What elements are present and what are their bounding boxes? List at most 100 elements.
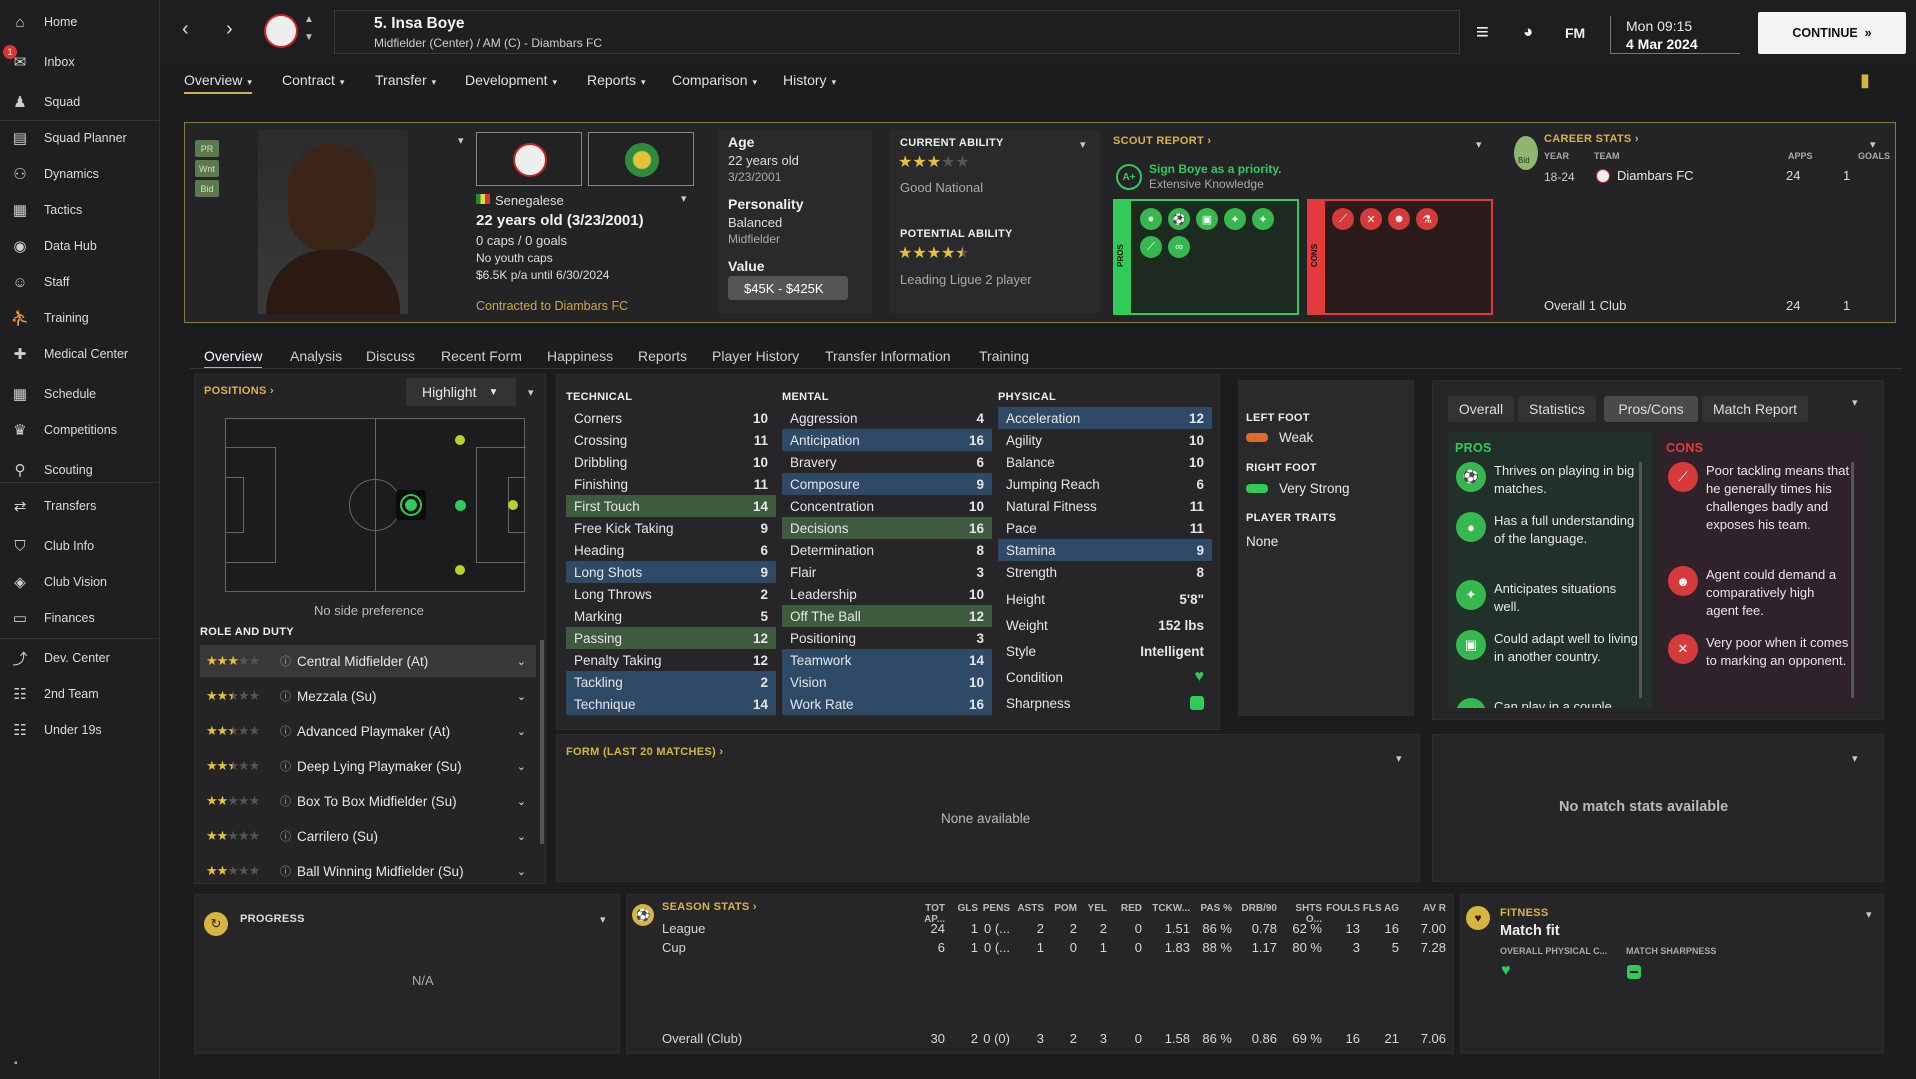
sidebar-item-finances[interactable]: ▭ Finances [0,603,160,633]
season-col-header[interactable]: PAS % [1192,903,1233,914]
season-stats-title[interactable]: SEASON STATS › [662,901,757,913]
season-col-header[interactable]: DRB/90 [1237,903,1277,914]
attribute-row[interactable]: Determination 8 [782,539,992,561]
forward-button[interactable]: › [226,18,233,41]
sidebar-item-tactics[interactable]: ▦ Tactics [0,195,160,225]
tab-transfer[interactable]: Transfer ▾ [375,72,436,88]
club-crest-icon[interactable] [264,14,298,48]
attribute-row[interactable]: Pace 11 [998,517,1212,539]
attribute-row[interactable]: Aggression 4 [782,407,992,429]
season-col-header[interactable]: FLS AG [1359,903,1399,914]
attribute-row[interactable]: Long Throws 2 [566,583,776,605]
form-dropdown-icon[interactable]: ▾ [1396,752,1402,765]
info-icon[interactable]: ⓘ [280,758,291,774]
sidebar-item-training[interactable]: ⛹ Training [0,303,160,333]
tab-development[interactable]: Development ▾ [465,72,557,88]
handshake-icon[interactable]: ∞ [1168,236,1190,258]
fm-logo[interactable]: FM [1565,25,1585,41]
suitcase-icon[interactable]: ▣ [1196,208,1218,230]
attribute-row[interactable]: Decisions 16 [782,517,992,539]
proscons-tab-match-report[interactable]: Match Report [1702,396,1808,422]
chevron-down-icon[interactable]: ⌄ [517,795,526,808]
position-aml-marker[interactable] [455,435,465,445]
tab-contract[interactable]: Contract ▾ [282,72,344,88]
attribute-row[interactable]: Anticipation 16 [782,429,992,451]
lightbulb-icon[interactable]: ✦ [1252,208,1274,230]
attribute-row[interactable]: Corners 10 [566,407,776,429]
position-st-marker[interactable] [508,500,518,510]
chevron-down-icon[interactable]: ⌄ [517,830,526,843]
attribute-row[interactable]: Concentration 10 [782,495,992,517]
proscons-tab-pros-cons[interactable]: Pros/Cons [1604,396,1698,422]
chat-icon[interactable]: ● [1140,208,1162,230]
chevron-down-icon[interactable]: ⌄ [517,655,526,668]
attribute-row[interactable]: Flair 3 [782,561,992,583]
season-col-header[interactable]: RED [1102,903,1142,914]
season-col-header[interactable]: YEL [1067,903,1107,914]
nation-badge-box[interactable] [588,132,694,186]
chevron-up-icon[interactable]: ▲ [304,14,314,25]
tab-history[interactable]: History ▾ [783,72,836,88]
attribute-row[interactable]: Vision 10 [782,671,992,693]
bookmark-icon[interactable]: ▮ [1860,70,1870,91]
lightbulb-icon[interactable]: ✦ [1224,208,1246,230]
attribute-row[interactable]: Tackling 2 [566,671,776,693]
attribute-row[interactable]: Bravery 6 [782,451,992,473]
proscons-tab-statistics[interactable]: Statistics [1518,396,1596,422]
attribute-row[interactable]: Strength 8 [998,561,1212,583]
pros-list[interactable]: ⚽ Thrives on playing in big matches. ● Has … [1448,454,1652,708]
match-stats-dropdown-icon[interactable]: ▾ [1852,752,1858,765]
attribute-row[interactable]: Passing 12 [566,627,776,649]
chevron-down-icon[interactable]: ⌄ [517,725,526,738]
positions-title[interactable]: POSITIONS › [204,385,274,397]
attribute-row[interactable]: Finishing 11 [566,473,776,495]
sidebar-item-squad-planner[interactable]: ▤ Squad Planner [0,123,160,153]
role-row[interactable]: ★★★★★ ⓘ Mezzala (Su) ⌄ [200,680,536,712]
attribute-row[interactable]: Long Shots 9 [566,561,776,583]
fitness-dropdown-icon[interactable]: ▾ [1866,908,1872,921]
flask-icon[interactable]: ⚗ [1416,208,1438,230]
tab-overview[interactable]: Overview ▾ [184,72,252,94]
contract-status[interactable]: Contracted to Diambars FC [476,299,628,313]
sidebar-item-dynamics[interactable]: ⚇ Dynamics [0,159,160,189]
sidebar-item-club-vision[interactable]: ◈ Club Vision [0,567,160,597]
proscons-tab-overall[interactable]: Overall [1448,396,1514,422]
attribute-row[interactable]: Composure 9 [782,473,992,495]
nation-dropdown-icon[interactable]: ▾ [681,192,687,205]
sidebar-item-home[interactable]: ⌂ Home [0,7,160,37]
attribute-row[interactable]: Technique 14 [566,693,776,715]
ability-dropdown-icon[interactable]: ▾ [1080,138,1086,151]
sidebar-item-dev-center[interactable]: ⤴ Dev. Center [0,643,160,673]
subtab-recent-form[interactable]: Recent Form [441,348,522,364]
attribute-row[interactable]: Jumping Reach 6 [998,473,1212,495]
info-icon[interactable]: ⓘ [280,688,291,704]
role-row[interactable]: ★★★★★ ⓘ Advanced Playmaker (At) ⌄ [200,715,536,747]
position-cm-marker[interactable] [396,490,426,520]
attribute-row[interactable]: Penalty Taking 12 [566,649,776,671]
info-icon[interactable]: ⓘ [280,723,291,739]
attribute-row[interactable]: Dribbling 10 [566,451,776,473]
chevron-down-icon[interactable]: ▼ [304,32,314,43]
role-row[interactable]: ★★★★★ ⓘ Deep Lying Playmaker (Su) ⌄ [200,750,536,782]
attribute-row[interactable]: Off The Ball 12 [782,605,992,627]
progress-dropdown-icon[interactable]: ▾ [600,913,606,926]
pros-scrollbar[interactable] [1639,462,1642,698]
tab-comparison[interactable]: Comparison ▾ [672,72,757,88]
attribute-row[interactable]: Stamina 9 [998,539,1212,561]
chevron-down-icon[interactable]: ⌄ [517,865,526,878]
attribute-row[interactable]: Crossing 11 [566,429,776,451]
attribute-row[interactable]: Work Rate 16 [782,693,992,715]
career-stats-title[interactable]: CAREER STATS › [1544,133,1639,145]
sidebar-item-scouting[interactable]: ⚲ Scouting [0,455,160,485]
position-amr-marker[interactable] [455,565,465,575]
agent-icon[interactable]: ☻ [1388,208,1410,230]
position-amc-marker[interactable] [455,500,466,511]
marking-icon[interactable]: ✕ [1360,208,1382,230]
boot-icon[interactable]: ⟋ [1140,236,1162,258]
attribute-row[interactable]: Agility 10 [998,429,1212,451]
proscons-dropdown-icon[interactable]: ▾ [1852,396,1858,409]
sidebar-item-transfers[interactable]: ⇄ Transfers [0,491,160,521]
photo-dropdown-icon[interactable]: ▾ [458,134,464,147]
sidebar-item-medical-center[interactable]: ✚ Medical Center [0,339,160,369]
subtab-reports[interactable]: Reports [638,348,687,364]
